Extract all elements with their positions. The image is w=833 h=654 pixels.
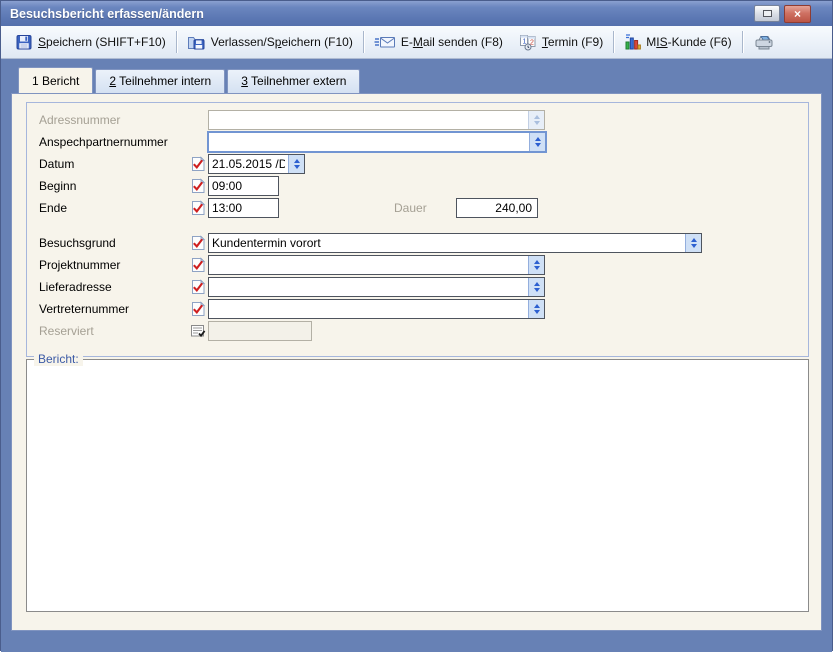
besuchsgrund-label: Besuchsgrund: [39, 236, 116, 250]
beginn-label: Beginn: [39, 179, 76, 193]
floppy-disk-icon: [15, 33, 33, 51]
mis-kunde-button[interactable]: MIS-Kunde (F6): [616, 29, 739, 55]
spinner-icon[interactable]: [288, 155, 304, 173]
ende-label: Ende: [39, 201, 67, 215]
spinner-icon[interactable]: [685, 234, 701, 252]
bericht-textarea[interactable]: [27, 360, 808, 611]
spinner-icon[interactable]: [529, 133, 545, 151]
adressnummer-label: Adressnummer: [39, 113, 120, 127]
form-panel: Adressnummer Anspechpartnernummer Datum …: [11, 93, 822, 631]
adressnummer-field: [208, 110, 545, 130]
toolbar-separator: [176, 31, 177, 53]
restore-button[interactable]: [754, 5, 780, 22]
beginn-field[interactable]: [208, 176, 279, 196]
restore-icon: [763, 10, 772, 17]
termin-button[interactable]: 1 2 Termin (F9): [511, 29, 611, 55]
anspechpartnernummer-input[interactable]: [209, 133, 529, 151]
lieferadresse-input[interactable]: [209, 278, 528, 296]
reserviert-label: Reserviert: [39, 324, 94, 338]
lieferadresse-edit-check-icon[interactable]: [190, 279, 206, 295]
titlebar-buttons: ×: [754, 5, 811, 23]
close-icon: ×: [794, 7, 801, 21]
printer-icon: [753, 33, 775, 51]
reserviert-input: [209, 322, 311, 340]
besuchsgrund-field[interactable]: [208, 233, 702, 253]
spinner-icon[interactable]: [528, 256, 544, 274]
dauer-input: [457, 199, 537, 217]
mis-kunde-label: MIS-Kunde (F6): [646, 35, 731, 49]
termin-label: Termin (F9): [542, 35, 603, 49]
spinner-icon: [528, 111, 544, 129]
besuchsgrund-edit-check-icon[interactable]: [190, 235, 206, 251]
leave-save-label: Verlassen/Speichern (F10): [211, 35, 353, 49]
dauer-label: Dauer: [394, 201, 427, 215]
fields-groupbox: Adressnummer Anspechpartnernummer Datum …: [26, 102, 809, 357]
save-button[interactable]: Speichern (SHIFT+F10): [7, 29, 174, 55]
calendar-icon: 1 2: [519, 33, 537, 51]
email-button[interactable]: E-Mail senden (F8): [366, 29, 511, 55]
bar-chart-icon: [624, 33, 641, 51]
email-label: E-Mail senden (F8): [401, 35, 503, 49]
content-frame: 1 Bericht 2 Teilnehmer intern 3 Teilnehm…: [1, 59, 832, 652]
ende-edit-check-icon[interactable]: [190, 200, 206, 216]
tab-teilnehmer-intern[interactable]: 2 Teilnehmer intern: [95, 69, 225, 93]
lieferadresse-field[interactable]: [208, 277, 545, 297]
spinner-icon[interactable]: [528, 300, 544, 318]
anspechpartnernummer-label: Anspechpartnernummer: [39, 135, 168, 149]
print-button[interactable]: [745, 29, 783, 55]
toolbar-separator: [363, 31, 364, 53]
toolbar-separator: [613, 31, 614, 53]
datum-input[interactable]: [209, 155, 288, 173]
projektnummer-input[interactable]: [209, 256, 528, 274]
spinner-icon[interactable]: [528, 278, 544, 296]
bericht-fieldset: Bericht:: [26, 359, 809, 612]
dauer-field: [456, 198, 538, 218]
vertreternummer-field[interactable]: [208, 299, 545, 319]
reserviert-field: [208, 321, 312, 341]
vertreternummer-edit-check-icon[interactable]: [190, 301, 206, 317]
titlebar[interactable]: Besuchsbericht erfassen/ändern ×: [1, 1, 832, 26]
anspechpartnernummer-field[interactable]: [207, 131, 547, 153]
adressnummer-input: [209, 111, 528, 129]
folder-floppy-disk-icon: [187, 33, 206, 51]
besuchsbericht-window: Besuchsbericht erfassen/ändern × Speiche…: [0, 0, 833, 651]
lieferadresse-label: Lieferadresse: [39, 280, 112, 294]
besuchsgrund-input[interactable]: [209, 234, 685, 252]
envelope-icon: [374, 33, 396, 51]
projektnummer-label: Projektnummer: [39, 258, 120, 272]
leave-save-button[interactable]: Verlassen/Speichern (F10): [179, 29, 361, 55]
datum-label: Datum: [39, 157, 74, 171]
window-title: Besuchsbericht erfassen/ändern: [1, 7, 204, 21]
close-button[interactable]: ×: [784, 5, 811, 23]
beginn-input[interactable]: [209, 177, 278, 195]
beginn-edit-check-icon[interactable]: [190, 178, 206, 194]
ende-input[interactable]: [209, 199, 278, 217]
projektnummer-field[interactable]: [208, 255, 545, 275]
datum-field[interactable]: [208, 154, 305, 174]
projektnummer-edit-check-icon[interactable]: [190, 257, 206, 273]
tab-bar: 1 Bericht 2 Teilnehmer intern 3 Teilnehm…: [18, 67, 362, 93]
tab-teilnehmer-extern[interactable]: 3 Teilnehmer extern: [227, 69, 360, 93]
datum-edit-check-icon[interactable]: [190, 156, 206, 172]
toolbar-separator: [742, 31, 743, 53]
ende-field[interactable]: [208, 198, 279, 218]
toolbar: Speichern (SHIFT+F10) Verlassen/Speicher…: [1, 26, 832, 59]
vertreternummer-label: Vertreternummer: [39, 302, 129, 316]
reserviert-note-check-icon: [190, 323, 206, 339]
save-label: Speichern (SHIFT+F10): [38, 35, 166, 49]
vertreternummer-input[interactable]: [209, 300, 528, 318]
tab-bericht[interactable]: 1 Bericht: [18, 67, 93, 93]
